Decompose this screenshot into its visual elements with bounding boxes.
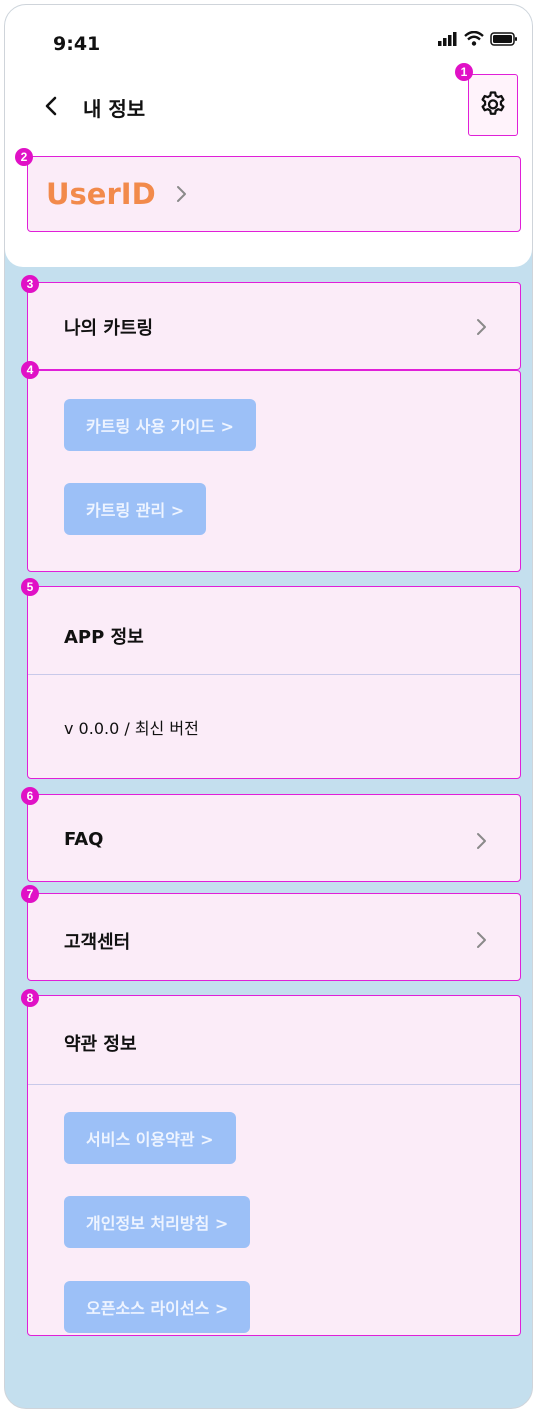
back-button[interactable] <box>41 95 63 117</box>
customer-center-label: 고객센터 <box>64 932 131 953</box>
cartridge-manage-button[interactable]: 카트링 관리 > <box>64 483 207 535</box>
terms-section: 약관 정보 서비스 이용약관 > 개인정보 처리방침 > 오픈소스 라이선스 > <box>27 995 521 1336</box>
faq-row[interactable]: FAQ <box>27 794 521 882</box>
marker-badge: 4 <box>21 361 39 379</box>
marker-badge: 6 <box>21 787 39 805</box>
chevron-left-icon <box>45 96 57 116</box>
app-info-section: APP 정보 v 0.0.0 / 최신 버전 <box>27 586 521 779</box>
user-id: UserID <box>46 177 156 211</box>
phone-frame: 9:41 내 정보 1 2 UserID 3 나의 카트링 4 카트링 사용 가… <box>4 4 533 1409</box>
marker-badge: 3 <box>21 275 39 293</box>
divider <box>28 674 520 675</box>
customer-center-row[interactable]: 고객센터 <box>27 893 521 981</box>
top-panel: 9:41 내 정보 1 2 UserID <box>5 5 532 267</box>
service-terms-button[interactable]: 서비스 이용약관 > <box>64 1112 236 1164</box>
faq-label: FAQ <box>64 829 104 850</box>
marker-badge: 5 <box>21 578 39 596</box>
my-cartridge-row[interactable]: 나의 카트링 <box>27 282 521 370</box>
app-info-title: APP 정보 <box>64 627 144 648</box>
gear-icon <box>481 91 505 115</box>
user-profile-button[interactable]: UserID <box>27 156 521 232</box>
chevron-right-icon <box>477 319 486 335</box>
app-version-text: v 0.0.0 / 최신 버전 <box>64 719 199 738</box>
opensource-license-button[interactable]: 오픈소스 라이선스 > <box>64 1281 251 1333</box>
privacy-policy-button[interactable]: 개인정보 처리방침 > <box>64 1196 251 1248</box>
my-cartridge-label: 나의 카트링 <box>64 318 154 339</box>
terms-title: 약관 정보 <box>64 1034 137 1055</box>
divider <box>28 1084 520 1085</box>
status-time: 9:41 <box>53 33 101 55</box>
cartridge-links-section: 카트링 사용 가이드 > 카트링 관리 > <box>27 370 521 572</box>
page-title: 내 정보 <box>83 97 146 121</box>
cartridge-guide-button[interactable]: 카트링 사용 가이드 > <box>64 399 256 451</box>
wifi-icon <box>464 31 484 46</box>
marker-badge: 8 <box>21 989 39 1007</box>
chevron-right-icon <box>477 932 486 948</box>
marker-badge: 1 <box>455 63 473 81</box>
battery-icon <box>490 31 517 46</box>
signal-icon <box>438 31 457 46</box>
settings-button[interactable] <box>468 74 518 136</box>
chevron-right-icon <box>477 833 486 849</box>
status-icons <box>438 31 518 46</box>
chevron-right-icon <box>176 186 186 202</box>
marker-badge: 7 <box>21 885 39 903</box>
marker-badge: 2 <box>15 148 33 166</box>
